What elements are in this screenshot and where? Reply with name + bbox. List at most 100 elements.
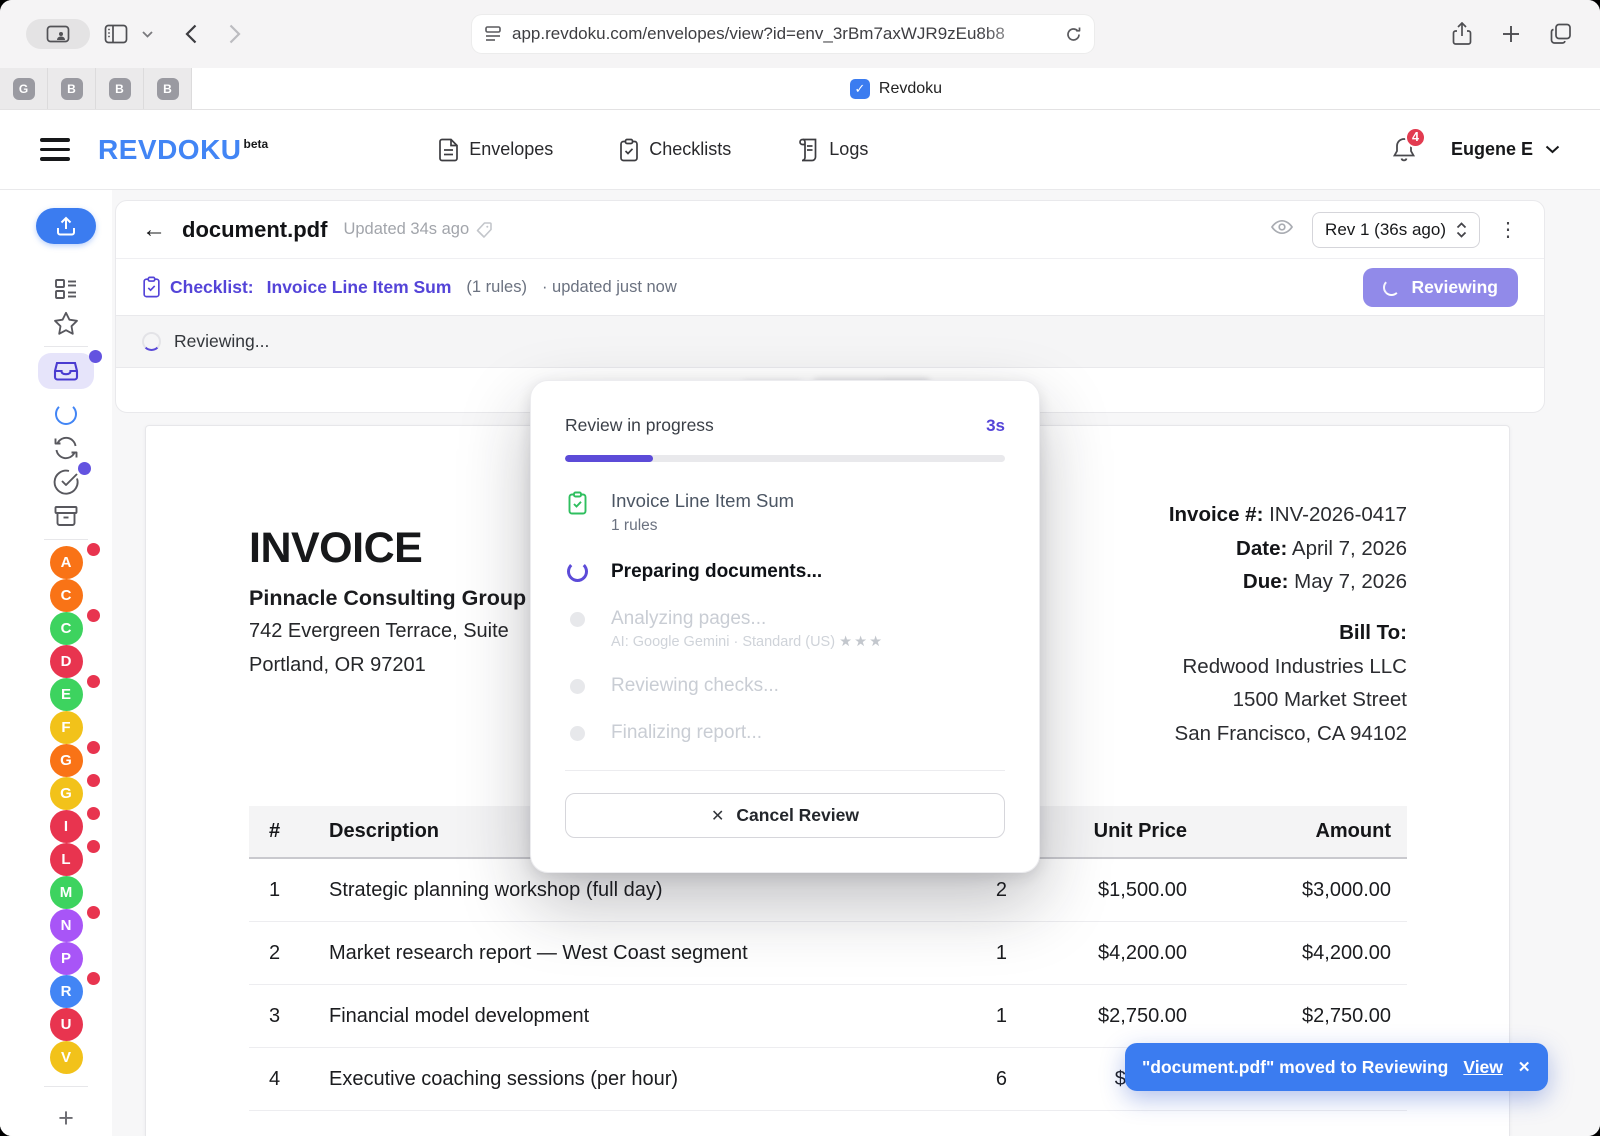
notification-dot [78,462,91,475]
browser-tab[interactable]: G [0,68,48,109]
envelope-avatar[interactable]: E [50,678,83,711]
sidebar-item-dashboard[interactable] [49,272,83,306]
share-button[interactable] [1452,22,1472,46]
reviewing-text: Reviewing... [174,331,269,352]
reviewing-status-badge[interactable]: Reviewing [1363,268,1518,307]
cancel-review-button[interactable]: ✕ Cancel Review [565,793,1005,838]
avatar: G [50,744,83,777]
sidebar-toggle-button[interactable] [104,24,128,44]
envelope-avatar[interactable]: C [50,579,83,612]
add-button[interactable]: + [58,1103,74,1134]
share-icon [1452,22,1472,46]
modal-checklist-item: Invoice Line Item Sum 1 rules [565,490,1005,535]
envelope-avatar[interactable]: U [50,1008,83,1041]
nav-envelopes[interactable]: Envelopes [438,138,553,162]
preview-eye-icon[interactable] [1270,219,1294,240]
envelope-avatar[interactable]: I [50,810,83,843]
avatar: L [50,843,83,876]
progress-fill [565,455,653,462]
menu-button[interactable] [40,138,70,161]
avatar: N [50,909,83,942]
upload-button[interactable] [36,208,96,244]
screen-user-icon [46,25,70,43]
elapsed-time: 3s [986,416,1005,436]
up-down-chevrons-icon [1456,222,1467,238]
browser-tab[interactable]: B [96,68,144,109]
app-logo: REVDOKUbeta [98,134,268,166]
sidebar-item-archive[interactable] [49,499,83,533]
avatar: E [50,678,83,711]
toast-close-icon[interactable]: ✕ [1518,1058,1531,1076]
tab-favicon: B [109,78,131,100]
envelope-avatar[interactable]: V [50,1041,83,1074]
alert-dot [87,972,100,985]
green-clipboard-check-icon [567,491,588,515]
new-tab-button[interactable] [1502,25,1520,43]
grid-list-icon [54,277,78,301]
avatar: U [50,1008,83,1041]
notifications-button[interactable]: 4 [1391,136,1417,164]
avatar: V [50,1041,83,1074]
avatar: P [50,942,83,975]
browser-tab[interactable]: B [144,68,192,109]
close-icon: ✕ [711,806,724,826]
clipboard-check-icon [619,138,639,162]
checklist-name-link[interactable]: Invoice Line Item Sum [267,277,452,298]
reload-icon[interactable] [1065,26,1082,43]
envelope-avatar[interactable]: G [50,777,83,810]
sidebar-item-starred[interactable] [49,306,83,340]
envelope-avatar[interactable]: N [50,909,83,942]
tabs-overview-button[interactable] [1550,23,1572,45]
step-preparing-documents: Preparing documents... [565,560,1005,583]
sidebar-item-sync[interactable] [49,431,83,465]
step-analyzing-pages: Analyzing pages... AI: Google Gemini · S… [565,608,1005,650]
envelope-avatar[interactable]: P [50,942,83,975]
beta-badge: beta [244,137,269,151]
table-row: 2 Market research report — West Coast se… [249,922,1407,985]
address-bar[interactable]: app.revdoku.com/envelopes/view?id=env_3r… [472,15,1094,53]
invoice-company: Pinnacle Consulting Group [249,586,526,611]
tab-favicon: B [157,78,179,100]
sidebar-item-inbox-active[interactable] [38,353,94,389]
browser-tab[interactable]: B [48,68,96,109]
sidebar-item-completed[interactable] [49,465,83,499]
envelope-avatar-list: ACCDEFGGILMNPRUV [50,546,83,1074]
envelope-avatar[interactable]: L [50,843,83,876]
chevron-down-icon[interactable] [142,31,153,38]
envelope-avatar[interactable]: A [50,546,83,579]
envelope-avatar[interactable]: R [50,975,83,1008]
sidebar-item-in-progress[interactable] [49,397,83,431]
alert-dot [87,609,100,622]
document-updated: Updated 34s ago [343,220,493,239]
document-icon [438,138,459,162]
envelope-avatar[interactable]: M [50,876,83,909]
user-menu[interactable]: Eugene E [1451,139,1560,160]
more-options-button[interactable]: ⋮ [1498,217,1518,242]
toast-view-link[interactable]: View [1463,1057,1503,1078]
envelope-avatar[interactable]: G [50,744,83,777]
scroll-icon [797,138,819,162]
step-finalizing-report: Finalizing report... [565,722,1005,744]
browser-window: app.revdoku.com/envelopes/view?id=env_3r… [0,0,1600,1136]
nav-checklists[interactable]: Checklists [619,138,731,162]
checklist-clipboard-icon [142,276,161,298]
envelope-avatar[interactable]: F [50,711,83,744]
tag-icon [475,221,493,239]
envelope-avatar[interactable]: C [50,612,83,645]
back-button[interactable] [185,24,197,44]
check-circle-icon [53,469,79,495]
tab-favicon: B [61,78,83,100]
forward-button[interactable] [229,24,241,44]
alert-dot [87,807,100,820]
tab-favicon: G [13,78,35,100]
alert-dot [87,774,100,787]
back-arrow-icon[interactable]: ← [142,216,166,244]
star-icon [53,311,79,336]
nav-logs[interactable]: Logs [797,138,868,162]
envelope-avatar[interactable]: D [50,645,83,678]
revision-select[interactable]: Rev 1 (36s ago) [1312,212,1480,248]
active-browser-tab[interactable]: ✓ Revdoku [192,68,1600,109]
document-title: document.pdf [182,217,327,243]
avatar: M [50,876,83,909]
tab-overview-button[interactable] [26,19,90,49]
